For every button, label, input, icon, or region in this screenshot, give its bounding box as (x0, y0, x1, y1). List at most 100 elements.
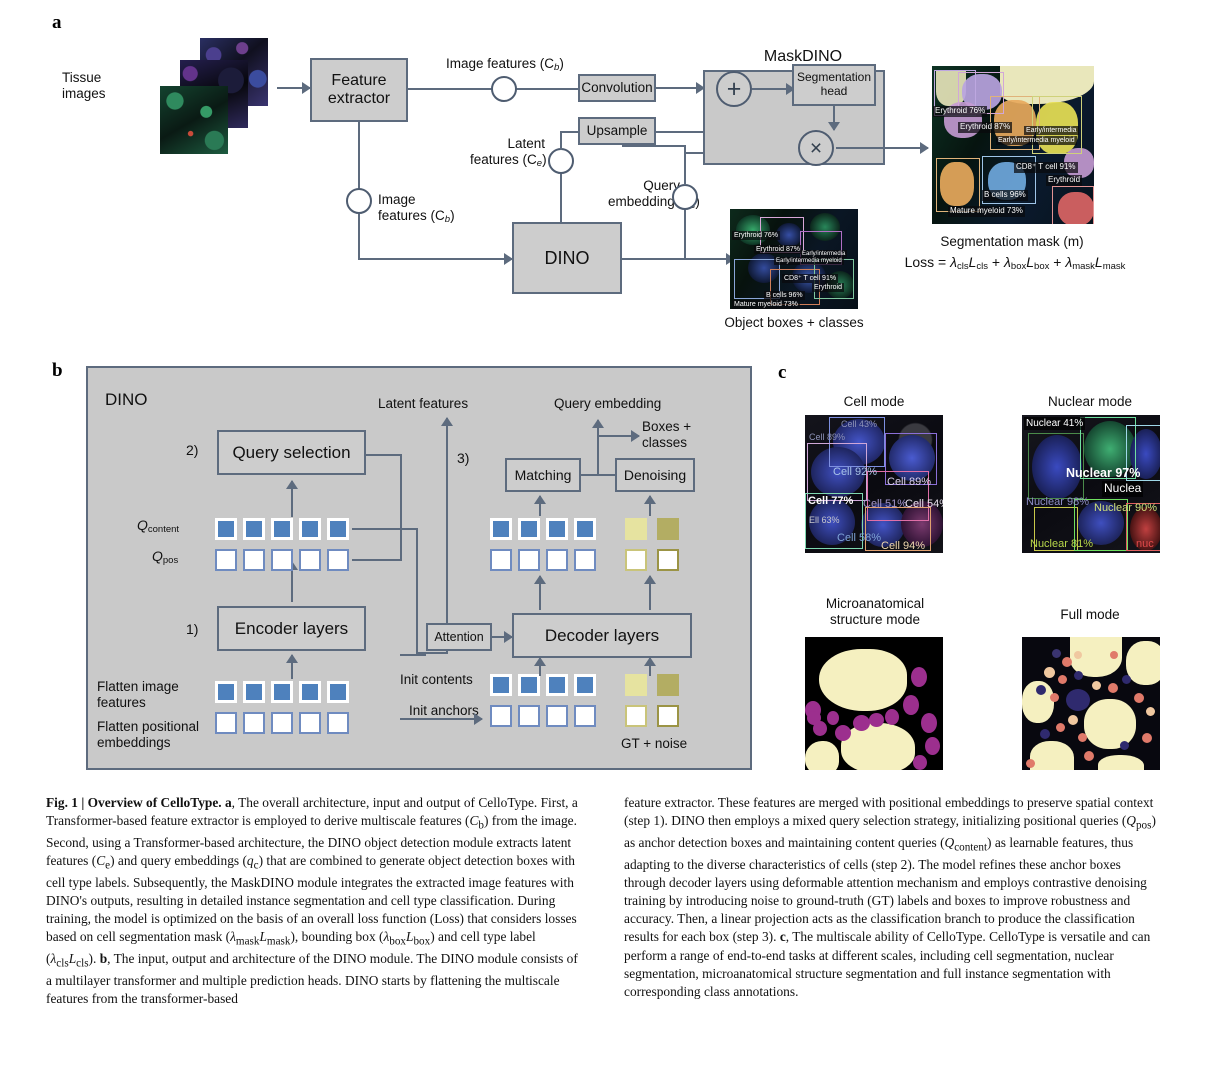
line-latent-to-upsample (560, 131, 580, 133)
feature-extractor-box: Feature extractor (310, 58, 408, 122)
token-square (299, 518, 321, 540)
token-square (243, 712, 265, 734)
arrow-dino-to-times (622, 258, 734, 260)
arrow-latent-features (446, 418, 448, 654)
line-to-attention (400, 654, 426, 656)
token-square (327, 549, 349, 571)
gt-noise-square (657, 518, 679, 540)
token-square (327, 712, 349, 734)
query-embedding-label-b: Query embedding (554, 396, 662, 411)
tag-object-0: Erythroid 76% (732, 231, 780, 241)
arrow-tissue-to-extractor (277, 87, 310, 89)
gt-noise-square (625, 705, 647, 727)
token-square (518, 518, 540, 540)
gt-noise-square (625, 518, 647, 540)
tag-mask-6: B cells 96% (982, 190, 1028, 201)
tag-cell-6: Cell 54% (905, 498, 943, 510)
token-square (327, 518, 349, 540)
tag-nuclear-1: Nuclear 97% (1066, 466, 1141, 480)
figure-root: a Tissue images Feature extractor Image … (0, 0, 1210, 1078)
denoising-box: Denoising (615, 458, 695, 492)
panel-label-b: b (52, 360, 63, 381)
tag-cell-8: Cell 58% (837, 532, 882, 544)
attention-box: Attention (426, 623, 492, 651)
decoder-layers-box: Decoder layers (512, 613, 692, 658)
token-square (518, 705, 540, 727)
token-square (490, 549, 512, 571)
microanatomical-mode-image (805, 637, 943, 770)
upsample-box: Upsample (578, 117, 656, 145)
line-queryselection-down (400, 456, 402, 559)
token-square (299, 549, 321, 571)
object-boxes-caption: Object boxes + classes (724, 315, 864, 330)
q-pos-label: Qpos (152, 548, 179, 566)
full-mode-image (1022, 637, 1160, 770)
q-content-label: Qcontent (137, 517, 180, 535)
gt-noise-square (625, 549, 647, 571)
arrow-gt-to-decoder (649, 658, 651, 676)
image-features-bottom-label: Image features (Cb) (378, 192, 455, 225)
dino-box-panel-a: DINO (512, 222, 622, 294)
token-square (490, 518, 512, 540)
tag-mask-2: Early/intermedia (1024, 126, 1079, 136)
node-image-features-bottom (346, 188, 372, 214)
tag-object-3: Early/intermedia myeloid (774, 257, 844, 266)
tag-cell-9: Cell 94% (881, 540, 926, 552)
step-1-label: 1) (186, 621, 199, 637)
token-square (518, 549, 540, 571)
full-mode-title: Full mode (1060, 607, 1120, 622)
step-3-label: 3) (457, 450, 470, 466)
flatten-positional-label: Flatten positional embeddings (97, 719, 200, 750)
nuclear-mode-image: Nuclear 41% Nuclear 97% Nuclea Nuclear 9… (1022, 415, 1160, 553)
line-qpos-right (352, 559, 402, 561)
latent-features-label: Latent features (Ce) (470, 136, 547, 169)
microanatomical-mode-title: Microanatomical structure mode (825, 596, 925, 628)
init-anchors-label: Init anchors (409, 703, 479, 718)
node-query-embedding (672, 184, 698, 210)
tag-nuclear-5: Nuclear 81% (1030, 538, 1093, 550)
tag-cell-1: Cell 89% (809, 432, 846, 442)
flatten-image-features-label: Flatten image features (97, 679, 179, 710)
tag-nuclear-3: Nuclear 98% (1026, 496, 1089, 508)
segmentation-mask-caption: Segmentation mask (m) (940, 234, 1084, 249)
tissue-image-stack (160, 38, 275, 154)
tag-object-5: Erythroid (812, 283, 845, 293)
token-square (215, 681, 237, 703)
tag-mask-1: Erythroid 87% (958, 122, 1013, 133)
arrow-attention-to-decoder (492, 636, 512, 638)
arrow-denoise-squares-up (649, 496, 651, 516)
line-query-from-upsample-row (622, 145, 686, 147)
tag-mask-0: Erythroid 76% (933, 106, 988, 117)
tissue-images-label: Tissue images (62, 70, 106, 101)
caption-left-column: Fig. 1 | Overview of CelloType. a, The o… (46, 795, 578, 1007)
token-square (243, 549, 265, 571)
token-square (271, 712, 293, 734)
caption-right-column: feature extractor. These features are me… (624, 795, 1156, 999)
dino-panel-title: DINO (105, 390, 148, 409)
line-extractor-down (358, 122, 360, 197)
tag-nuclear-0: Nuclear 41% (1024, 417, 1086, 430)
query-embedding-label: Query embedding (qc) (608, 178, 700, 211)
gt-noise-square (657, 674, 679, 696)
arrow-flatten-to-encoder (291, 655, 293, 679)
tag-mask-3: Early/intermedia myeloid (996, 136, 1077, 146)
segmentation-mask-image: Erythroid 76% Erythroid 87% Early/interm… (932, 66, 1094, 224)
arrow-plus-to-seghead (752, 88, 794, 90)
object-boxes-image: Erythroid 76% Erythroid 87% Early/interm… (730, 209, 858, 309)
tag-cell-4: Cell 77% (808, 495, 854, 507)
tag-mask-7: Mature myeloid 73% (948, 206, 1025, 217)
panel-label-a: a (52, 12, 62, 33)
image-features-top-label: Image features (Cb) (446, 56, 564, 73)
step-2-label: 2) (186, 442, 199, 458)
token-square (546, 549, 568, 571)
line-query-down (684, 210, 686, 258)
arrow-times-to-mask (836, 147, 928, 149)
arrow-query-embedding-up (597, 420, 599, 476)
token-square (546, 518, 568, 540)
token-square (299, 712, 321, 734)
query-selection-box: Query selection (217, 430, 366, 475)
plus-operator-node: + (716, 71, 752, 107)
token-square (490, 674, 512, 696)
tag-object-1: Erythroid 87% (754, 245, 802, 255)
arrow-match-squares-up (539, 496, 541, 516)
